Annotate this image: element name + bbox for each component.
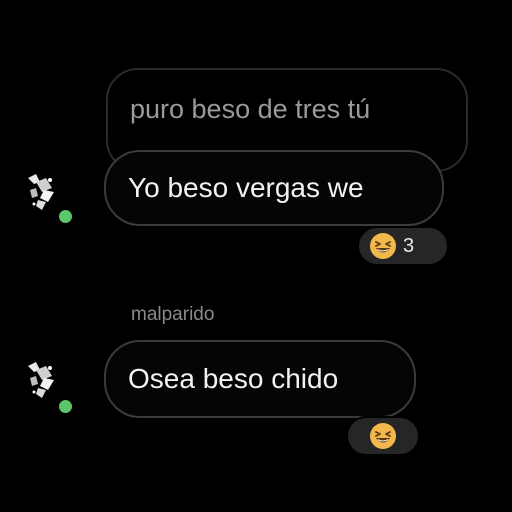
message-text: Osea beso chido [128,363,339,394]
message-bubble[interactable]: Yo beso vergas we [104,150,444,226]
grinning-squinting-face-icon [370,423,396,449]
quoted-message-text: puro beso de tres tú [130,94,371,124]
online-status-dot [57,398,74,415]
avatar[interactable] [22,356,70,404]
chat-screen: puro beso de tres tú Yo beso vergas we 3… [0,0,512,512]
reaction-pill[interactable] [346,416,420,456]
message-bubble[interactable]: Osea beso chido [104,340,416,418]
reaction-pill[interactable]: 3 [357,226,449,266]
reaction-count: 3 [403,234,415,257]
avatar-image [28,362,54,398]
grinning-squinting-face-icon [370,233,396,259]
message-text: Yo beso vergas we [128,172,364,203]
online-status-dot [57,208,74,225]
sender-name: malparido [131,304,215,325]
